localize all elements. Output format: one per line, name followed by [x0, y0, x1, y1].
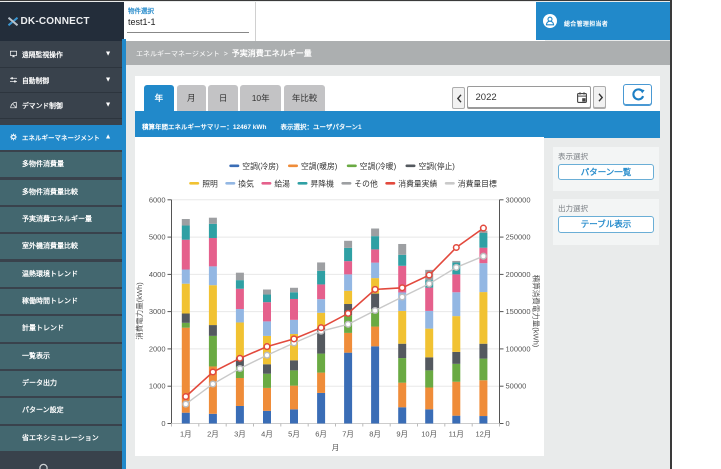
svg-text:月: 月	[332, 443, 340, 452]
svg-text:8月: 8月	[369, 430, 381, 439]
svg-text:200000: 200000	[506, 270, 531, 279]
svg-text:7月: 7月	[342, 430, 354, 439]
svg-text:照明: 照明	[202, 179, 218, 188]
svg-text:空調(冷暖): 空調(冷暖)	[360, 161, 397, 171]
svg-text:空調(冷房): 空調(冷房)	[242, 161, 279, 171]
svg-text:50000: 50000	[506, 382, 527, 391]
svg-text:積算消費電力量(kWh): 積算消費電力量(kWh)	[532, 275, 542, 348]
svg-text:100000: 100000	[506, 344, 531, 353]
svg-text:昇降機: 昇降機	[311, 178, 335, 188]
svg-text:給湯: 給湯	[274, 178, 290, 188]
svg-text:9月: 9月	[396, 430, 408, 439]
svg-text:5月: 5月	[288, 430, 300, 439]
svg-text:6000: 6000	[149, 195, 166, 204]
svg-text:6月: 6月	[315, 430, 327, 439]
svg-text:5000: 5000	[149, 233, 166, 242]
svg-text:150000: 150000	[506, 307, 531, 316]
svg-text:12月: 12月	[475, 430, 491, 439]
svg-text:1月: 1月	[180, 430, 192, 439]
svg-text:消費量目標: 消費量目標	[458, 178, 497, 188]
svg-text:消費電力量(kWh): 消費電力量(kWh)	[135, 282, 144, 340]
svg-text:4000: 4000	[149, 270, 166, 279]
svg-text:消費量実績: 消費量実績	[398, 178, 437, 188]
svg-text:その他: その他	[354, 178, 378, 188]
svg-text:空調(停止): 空調(停止)	[419, 161, 456, 171]
svg-text:3000: 3000	[149, 307, 166, 316]
svg-text:空調(暖房): 空調(暖房)	[301, 161, 338, 171]
svg-text:250000: 250000	[506, 233, 531, 242]
svg-text:4月: 4月	[261, 430, 273, 439]
svg-text:1000: 1000	[149, 382, 166, 391]
svg-text:10月: 10月	[421, 430, 437, 439]
svg-text:2000: 2000	[149, 344, 166, 353]
svg-text:換気: 換気	[238, 178, 254, 188]
svg-text:2月: 2月	[207, 430, 219, 439]
svg-text:3月: 3月	[234, 430, 246, 439]
svg-text:300000: 300000	[506, 195, 531, 204]
svg-text:0: 0	[161, 419, 165, 428]
svg-text:0: 0	[506, 419, 510, 428]
svg-text:11月: 11月	[449, 430, 464, 439]
